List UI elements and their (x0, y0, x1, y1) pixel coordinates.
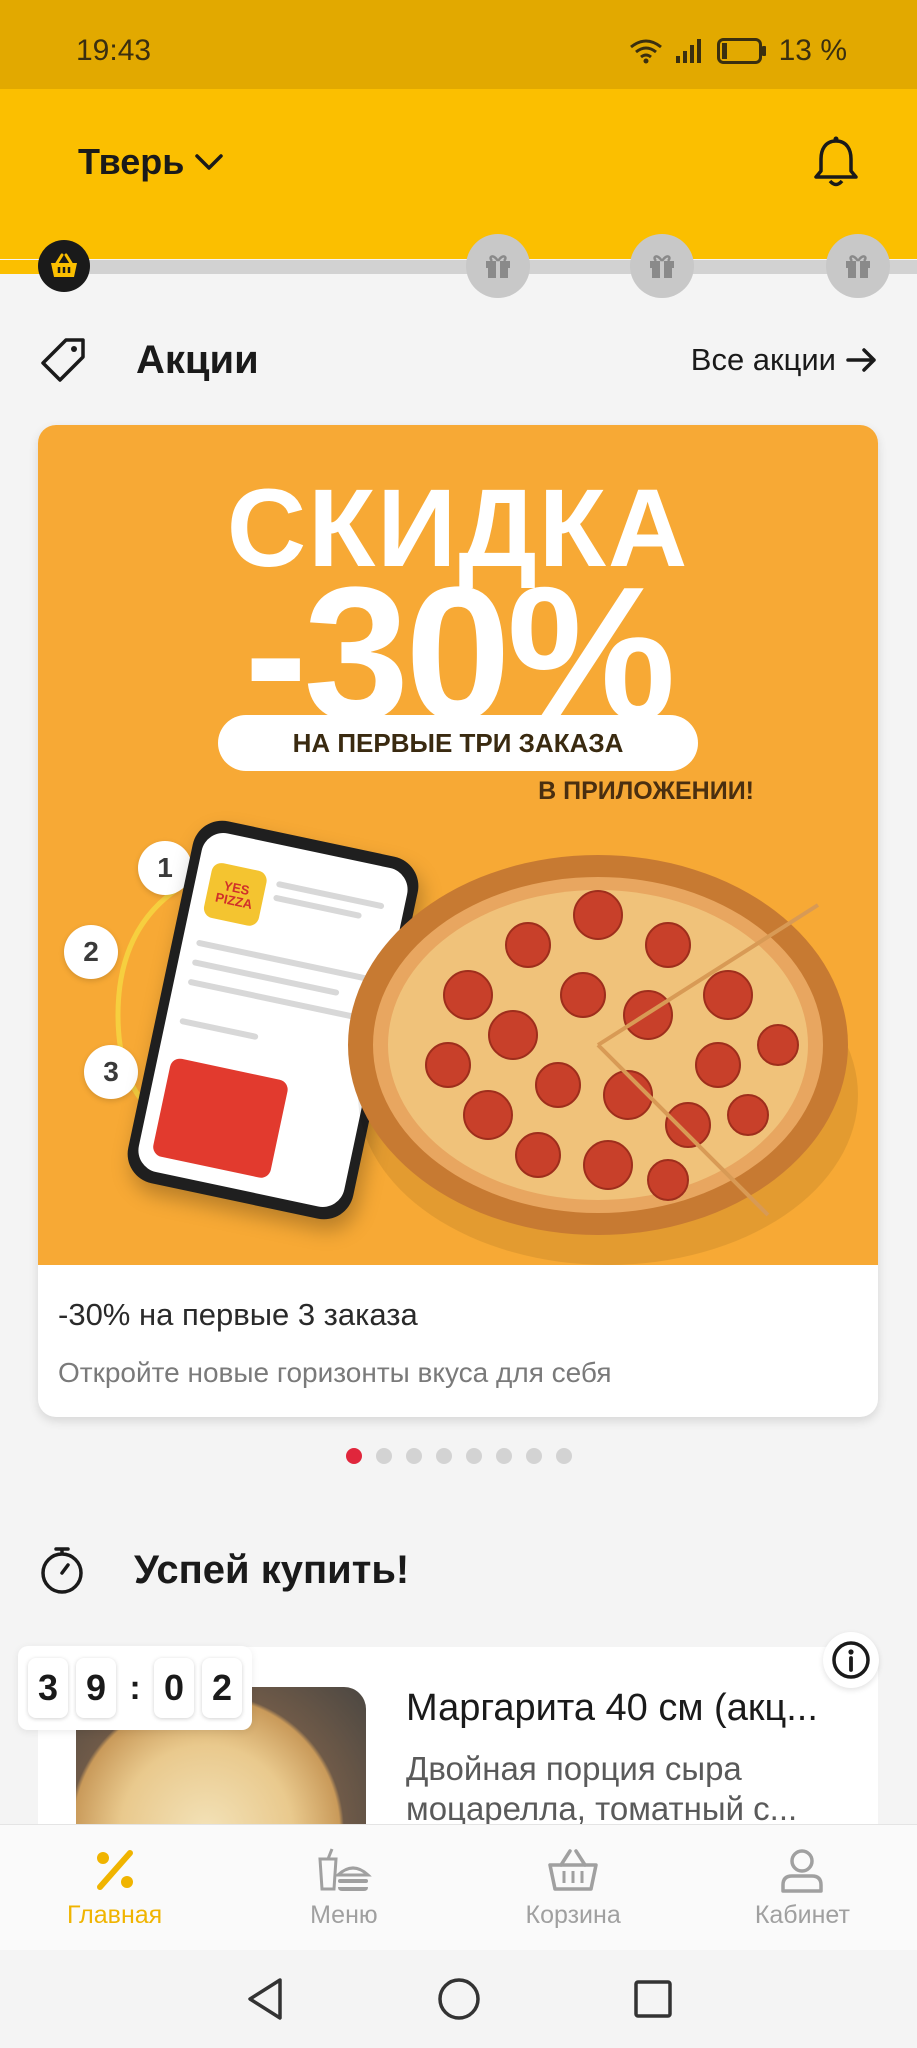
pager-dot[interactable] (375, 1448, 392, 1464)
bell-icon[interactable] (811, 135, 861, 189)
progress-track (0, 260, 917, 274)
promo-card[interactable]: СКИДКА -30% НА ПЕРВЫЕ ТРИ ЗАКАЗА В ПРИЛО… (38, 425, 878, 1417)
timer-digit: 2 (202, 1658, 242, 1718)
pager-dot[interactable] (435, 1448, 452, 1464)
timer-separator: : (129, 1668, 141, 1707)
hurry-header: Успей купить! (38, 1540, 878, 1600)
phone-promo-tile (151, 1056, 290, 1180)
gift-icon[interactable] (466, 234, 530, 298)
signal-icon (675, 39, 701, 63)
back-icon[interactable] (244, 1976, 286, 2022)
gift-icon[interactable] (630, 234, 694, 298)
status-right: 13 % (629, 34, 847, 68)
city-selector[interactable]: Тверь (78, 141, 224, 183)
promotions-header: Акции Все акции (38, 330, 878, 390)
battery-icon (716, 38, 766, 64)
user-icon (781, 1848, 824, 1893)
app-header: Тверь (0, 89, 917, 259)
timer-icon (41, 1547, 83, 1594)
all-promotions-label: Все акции (690, 342, 836, 377)
product-title: Маргарита 40 см (акц... (406, 1687, 818, 1729)
status-bar: 19:43 13 % (0, 0, 917, 89)
product-description: Двойная порция сыра моцарелла, томатный … (406, 1750, 798, 1827)
info-icon (832, 1641, 870, 1679)
pager-dot[interactable] (345, 1448, 362, 1464)
gift-icon[interactable] (826, 234, 890, 298)
percent-icon (96, 1849, 133, 1890)
arrow-right-icon (846, 348, 876, 372)
promo-title: -30% на первые 3 заказа (58, 1297, 418, 1332)
chevron-down-icon (195, 154, 224, 170)
timer-digit: 0 (154, 1658, 194, 1718)
step-2: 2 (64, 925, 118, 979)
step-3: 3 (84, 1045, 138, 1099)
bottom-nav: Главная Меню Корзина Кабинет (0, 1824, 917, 1951)
home-icon[interactable] (436, 1976, 482, 2022)
info-button[interactable] (823, 1632, 879, 1688)
tag-icon (41, 338, 85, 382)
pizza-image (348, 855, 858, 1265)
nav-account-label: Кабинет (754, 1900, 850, 1929)
battery-percent: 13 % (778, 34, 847, 67)
city-label: Тверь (78, 141, 185, 182)
promotions-title: Акции (136, 337, 259, 382)
timer-digit: 3 (28, 1658, 68, 1718)
wifi-icon (629, 39, 662, 64)
bonus-progress (0, 234, 917, 300)
nav-home[interactable]: Главная (0, 1825, 229, 1951)
timer-digit: 9 (76, 1658, 116, 1718)
countdown-timer: 3 9 : 0 2 (18, 1646, 252, 1730)
system-nav-bar (0, 1950, 917, 2048)
nav-cart[interactable]: Корзина (459, 1825, 688, 1951)
burger-icon (318, 1847, 372, 1891)
promo-subtitle: Откройте новые горизонты вкуса для себя (58, 1357, 612, 1388)
nav-cart-label: Корзина (525, 1900, 621, 1929)
pager-dot[interactable] (465, 1448, 482, 1464)
carousel-pager (0, 1448, 917, 1464)
nav-account[interactable]: Кабинет (688, 1825, 917, 1951)
phone-app-logo: YES PIZZA (202, 861, 269, 928)
basket-progress-icon (38, 240, 90, 292)
recents-icon[interactable] (632, 1978, 674, 2020)
nav-menu[interactable]: Меню (229, 1825, 458, 1951)
hurry-title: Успей купить! (134, 1547, 410, 1592)
all-promotions-link[interactable]: Все акции (691, 342, 878, 378)
nav-home-label: Главная (67, 1900, 163, 1929)
pager-dot[interactable] (555, 1448, 572, 1464)
banner-pill: НА ПЕРВЫЕ ТРИ ЗАКАЗА (218, 715, 698, 771)
pager-dot[interactable] (525, 1448, 542, 1464)
nav-menu-label: Меню (310, 1900, 378, 1929)
status-time: 19:43 (76, 34, 152, 67)
pager-dot[interactable] (405, 1448, 422, 1464)
basket-icon (548, 1848, 598, 1891)
promo-banner: СКИДКА -30% НА ПЕРВЫЕ ТРИ ЗАКАЗА В ПРИЛО… (38, 425, 878, 1265)
pager-dot[interactable] (495, 1448, 512, 1464)
